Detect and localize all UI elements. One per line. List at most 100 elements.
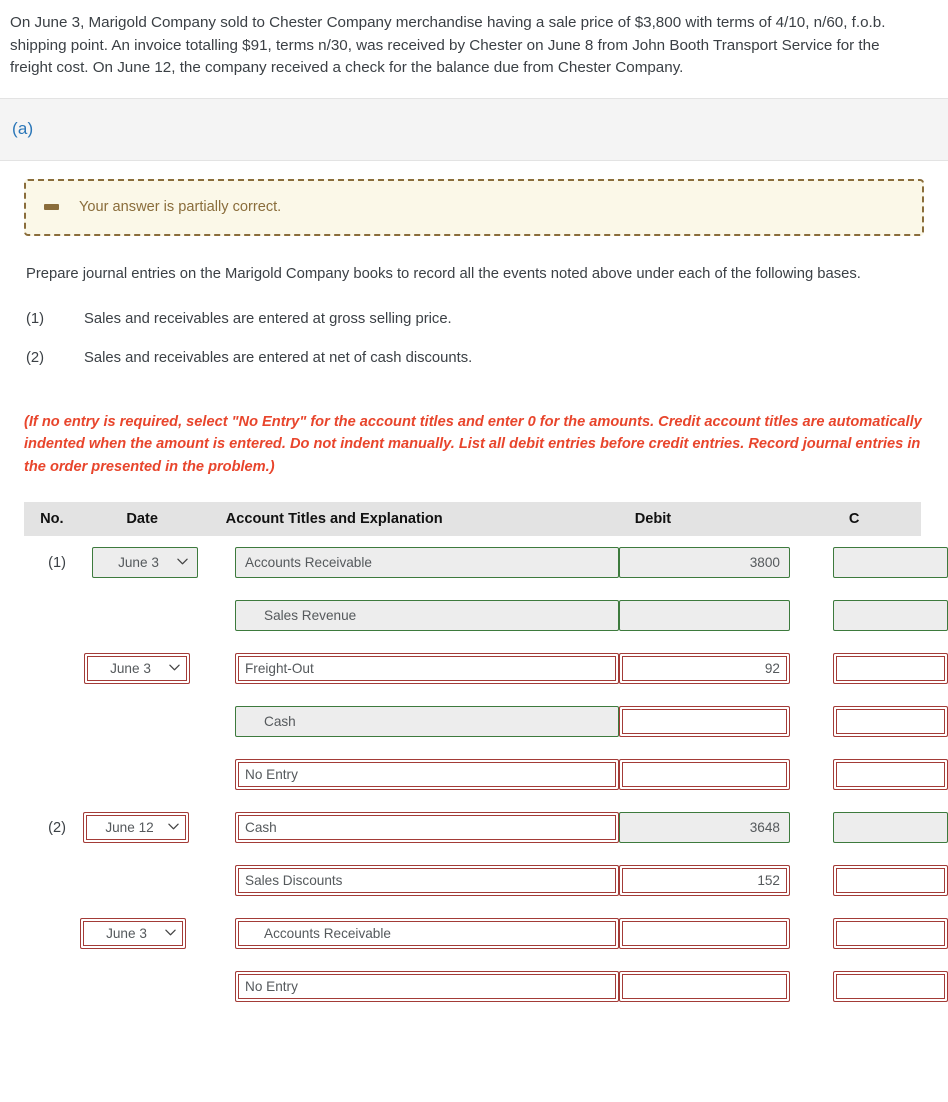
debit-input[interactable]	[619, 971, 790, 1002]
date-cell: June 3	[81, 547, 235, 578]
basis-text: Sales and receivables are entered at net…	[84, 349, 473, 366]
account-cell: Sales Revenue	[235, 600, 619, 631]
credit-input[interactable]	[833, 706, 948, 737]
debit-cell	[619, 600, 833, 631]
account-cell: Sales Discounts	[235, 865, 619, 896]
credit-input[interactable]	[833, 812, 948, 843]
account-cell: No Entry	[235, 759, 619, 790]
credit-cell	[833, 971, 948, 1002]
debit-input[interactable]	[619, 918, 790, 949]
status-banner-wrapper: Your answer is partially correct.	[0, 161, 948, 236]
account-title-select[interactable]: Freight-Out	[235, 653, 619, 684]
table-row: Sales Revenue	[0, 589, 948, 642]
table-header-row: No. Date Account Titles and Explanation …	[24, 502, 921, 536]
credit-cell	[833, 600, 948, 631]
account-title-select[interactable]: Accounts Receivable	[235, 547, 619, 578]
account-cell: Cash	[235, 706, 619, 737]
credit-input[interactable]	[833, 600, 948, 631]
credit-cell	[833, 918, 948, 949]
chevron-down-icon	[177, 556, 188, 567]
date-select[interactable]: June 3	[84, 653, 190, 684]
debit-input[interactable]: 3800	[619, 547, 790, 578]
table-row: June 3 Freight-Out 92	[0, 642, 948, 695]
account-title-select[interactable]: Cash	[235, 812, 619, 843]
table-row: (1) June 3 Accounts Receivable 3800	[0, 536, 948, 589]
problem-statement: On June 3, Marigold Company sold to Ches…	[0, 0, 948, 99]
debit-input[interactable]: 152	[619, 865, 790, 896]
row-number: (2)	[48, 819, 66, 836]
date-select-value: June 3	[106, 926, 147, 941]
credit-cell	[833, 653, 948, 684]
date-cell: June 3	[81, 653, 235, 684]
column-header-no: No.	[40, 511, 64, 527]
table-row: Cash	[0, 695, 948, 748]
account-title-select[interactable]: No Entry	[235, 971, 619, 1002]
debit-cell: 3648	[619, 812, 833, 843]
chevron-down-icon	[168, 821, 179, 832]
table-body: (1) June 3 Accounts Receivable 3800 Sales Re…	[0, 536, 948, 1013]
debit-cell	[619, 759, 833, 790]
list-item: (2) Sales and receivables are entered at…	[26, 350, 924, 366]
row-number: (1)	[48, 554, 66, 571]
table-row: (2) June 12 Cash 3648	[0, 801, 948, 854]
journal-entry-table: No. Date Account Titles and Explanation …	[0, 502, 948, 1013]
entry-note: (If no entry is required, select "No Ent…	[24, 413, 922, 475]
table-row: June 3 Accounts Receivable	[0, 907, 948, 960]
debit-input[interactable]	[619, 600, 790, 631]
account-title-select[interactable]: Accounts Receivable	[235, 918, 619, 949]
account-title-select[interactable]: No Entry	[235, 759, 619, 790]
debit-cell: 92	[619, 653, 833, 684]
basis-number: (1)	[26, 310, 45, 327]
date-select-value: June 12	[105, 820, 154, 835]
credit-input[interactable]	[833, 759, 948, 790]
account-title-select[interactable]: Sales Discounts	[235, 865, 619, 896]
debit-cell	[619, 918, 833, 949]
column-header-account: Account Titles and Explanation	[225, 511, 443, 527]
credit-input[interactable]	[833, 547, 948, 578]
debit-cell: 152	[619, 865, 833, 896]
account-cell: Freight-Out	[235, 653, 619, 684]
basis-text: Sales and receivables are entered at gro…	[84, 310, 452, 327]
credit-input[interactable]	[833, 918, 948, 949]
debit-input[interactable]: 92	[619, 653, 790, 684]
part-label: (a)	[12, 119, 34, 138]
account-title-select[interactable]: Sales Revenue	[235, 600, 619, 631]
date-select-value: June 3	[110, 661, 151, 676]
debit-cell	[619, 971, 833, 1002]
date-select[interactable]: June 3	[92, 547, 198, 578]
account-cell: No Entry	[235, 971, 619, 1002]
debit-input[interactable]	[619, 706, 790, 737]
date-select-value: June 3	[118, 555, 159, 570]
date-select[interactable]: June 12	[83, 812, 189, 843]
column-header-credit: C	[848, 511, 860, 527]
date-cell: June 12	[81, 812, 235, 843]
account-cell: Accounts Receivable	[235, 918, 619, 949]
problem-text: On June 3, Marigold Company sold to Ches…	[10, 14, 886, 76]
table-row: No Entry	[0, 960, 948, 1013]
debit-cell: 3800	[619, 547, 833, 578]
account-title-select[interactable]: Cash	[235, 706, 619, 737]
date-cell: June 3	[80, 918, 235, 949]
credit-input[interactable]	[833, 971, 948, 1002]
credit-cell	[833, 547, 948, 578]
column-header-debit: Debit	[634, 511, 672, 527]
date-select[interactable]: June 3	[80, 918, 186, 949]
chevron-down-icon	[165, 927, 176, 938]
debit-input[interactable]: 3648	[619, 812, 790, 843]
credit-input[interactable]	[833, 653, 948, 684]
account-cell: Accounts Receivable	[235, 547, 619, 578]
credit-cell	[833, 759, 948, 790]
credit-input[interactable]	[833, 865, 948, 896]
list-item: (1) Sales and receivables are entered at…	[26, 311, 924, 327]
debit-input[interactable]	[619, 759, 790, 790]
credit-cell	[833, 812, 948, 843]
minus-icon	[44, 204, 59, 210]
basis-number: (2)	[26, 349, 45, 366]
credit-cell	[833, 865, 948, 896]
bases-list: (1) Sales and receivables are entered at…	[0, 285, 948, 366]
part-section-header: (a)	[0, 98, 948, 161]
column-header-date: Date	[126, 511, 158, 527]
table-row: Sales Discounts 152	[0, 854, 948, 907]
debit-cell	[619, 706, 833, 737]
table-row: No Entry	[0, 748, 948, 801]
